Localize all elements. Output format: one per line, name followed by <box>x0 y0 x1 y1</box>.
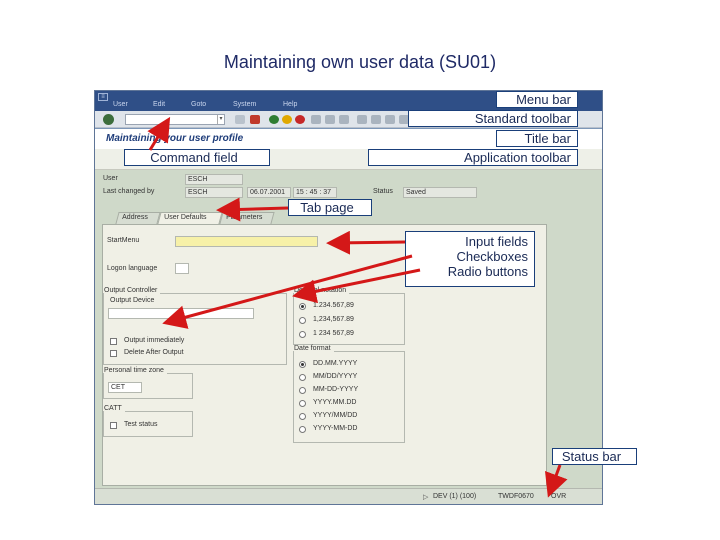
tab-address[interactable]: Address <box>115 212 161 224</box>
next-page-icon[interactable] <box>385 115 395 124</box>
menu-item-help[interactable]: Help <box>283 101 297 108</box>
date-radio-1[interactable] <box>299 361 306 368</box>
callout-menu-bar: Menu bar <box>496 91 578 108</box>
first-page-icon[interactable] <box>357 115 367 124</box>
back-arrow-icon[interactable] <box>235 115 245 124</box>
back-icon[interactable] <box>269 115 279 124</box>
tab-address-label: Address <box>122 214 148 221</box>
output-device-label: Output Device <box>110 297 155 304</box>
decimal-option-1: 1.234.567,89 <box>313 302 354 309</box>
decimal-radio-3[interactable] <box>299 331 306 338</box>
date-option-2: MM/DD/YYYY <box>313 373 358 380</box>
changed-by-label: Last changed by <box>103 188 155 195</box>
status-field: Saved <box>403 187 477 198</box>
callout-application-toolbar: Application toolbar <box>368 149 578 166</box>
catt-title: CATT <box>104 405 125 412</box>
callout-status-bar: Status bar <box>552 448 637 465</box>
delete-after-output-label: Delete After Output <box>124 349 184 356</box>
callout-input-group: Input fields Checkboxes Radio buttons <box>405 231 535 287</box>
screen-title: Maintaining your user profile <box>106 133 244 144</box>
save-icon[interactable] <box>250 115 260 124</box>
callout-command-field: Command field <box>124 149 270 166</box>
changed-date-field: 06.07.2001 <box>247 187 291 198</box>
tab-parameters[interactable]: Parameters <box>219 212 275 224</box>
user-label: User <box>103 175 118 182</box>
decimal-radio-2[interactable] <box>299 317 306 324</box>
time-zone-input[interactable]: CET <box>108 382 142 393</box>
date-format-title: Date format <box>294 345 334 352</box>
start-menu-label: StartMenu <box>107 237 140 244</box>
output-immediately-checkbox[interactable] <box>110 338 117 345</box>
callout-standard-toolbar: Standard toolbar <box>408 110 578 127</box>
slide-title: Maintaining own user data (SU01) <box>223 52 497 72</box>
date-radio-2[interactable] <box>299 374 306 381</box>
test-status-checkbox[interactable] <box>110 422 117 429</box>
menu-item-goto[interactable]: Goto <box>191 101 206 108</box>
screen-content: User ESCH Last changed by ESCH 06.07.200… <box>95 170 602 488</box>
cancel-icon[interactable] <box>295 115 305 124</box>
status-system: DEV (1) (100) <box>433 493 477 500</box>
find-next-icon[interactable] <box>339 115 349 124</box>
output-controller-group: Output Controller Output Device Output i… <box>103 287 287 365</box>
status-mode: OVR <box>551 493 567 500</box>
date-option-1: DD.MM.YYYY <box>313 360 358 367</box>
command-history-icon[interactable]: ▾ <box>217 115 224 124</box>
callout-tab-page: Tab page <box>288 199 372 216</box>
status-host: TWDF0670 <box>498 493 534 500</box>
date-radio-5[interactable] <box>299 413 306 420</box>
callout-radio-buttons: Radio buttons <box>447 264 528 279</box>
start-menu-input[interactable] <box>175 236 318 247</box>
find-icon[interactable] <box>325 115 335 124</box>
decimal-option-2: 1,234,567.89 <box>313 316 354 323</box>
changed-time-field: 15 : 45 : 37 <box>293 187 337 198</box>
menu-item-system[interactable]: System <box>233 101 256 108</box>
date-radio-3[interactable] <box>299 387 306 394</box>
changed-by-field: ESCH <box>185 187 243 198</box>
tab-user-defaults[interactable]: User Defaults <box>157 212 223 224</box>
command-field[interactable] <box>125 114 225 125</box>
catt-group: CATT Test status <box>103 405 193 437</box>
tab-user-defaults-label: User Defaults <box>164 214 207 221</box>
enter-icon[interactable] <box>103 114 114 125</box>
date-option-5: YYYY/MM/DD <box>313 412 358 419</box>
logon-language-label: Logon language <box>107 265 158 272</box>
print-icon[interactable] <box>311 115 321 124</box>
user-field: ESCH <box>185 174 243 185</box>
status-expand-icon[interactable]: ▷ <box>423 493 428 501</box>
menu-item-edit[interactable]: Edit <box>153 101 165 108</box>
output-immediately-label: Output immediately <box>124 337 185 344</box>
time-zone-title: Personal time zone <box>104 367 167 374</box>
output-controller-title: Output Controller <box>104 287 161 294</box>
system-menu-icon[interactable]: ≡ <box>98 93 108 101</box>
time-zone-group: Personal time zone CET <box>103 367 193 399</box>
logon-language-input[interactable] <box>175 263 189 274</box>
date-format-group: Date format DD.MM.YYYY MM/DD/YYYY MM-DD-… <box>293 345 405 443</box>
date-radio-6[interactable] <box>299 426 306 433</box>
callout-checkboxes: Checkboxes <box>456 249 528 264</box>
delete-after-output-checkbox[interactable] <box>110 350 117 357</box>
decimal-option-3: 1 234 567,89 <box>313 330 354 337</box>
callout-input-fields: Input fields <box>465 234 528 249</box>
decimal-radio-1[interactable] <box>299 303 306 310</box>
decimal-notation-group: Decimal notation 1.234.567,89 1,234,567.… <box>293 287 405 345</box>
date-option-4: YYYY.MM.DD <box>313 399 357 406</box>
date-option-6: YYYY-MM-DD <box>313 425 358 432</box>
status-bar: ▷ DEV (1) (100) TWDF0670 OVR <box>95 488 602 504</box>
date-radio-4[interactable] <box>299 400 306 407</box>
tab-parameters-label: Parameters <box>226 214 263 221</box>
test-status-label: Test status <box>124 421 158 428</box>
date-option-3: MM-DD-YYYY <box>313 386 359 393</box>
status-label: Status <box>373 188 393 195</box>
callout-title-bar: Title bar <box>496 130 578 147</box>
previous-page-icon[interactable] <box>371 115 381 124</box>
output-device-input[interactable] <box>108 308 254 319</box>
exit-icon[interactable] <box>282 115 292 124</box>
menu-item-user[interactable]: User <box>113 101 128 108</box>
decimal-notation-title: Decimal notation <box>294 287 350 294</box>
